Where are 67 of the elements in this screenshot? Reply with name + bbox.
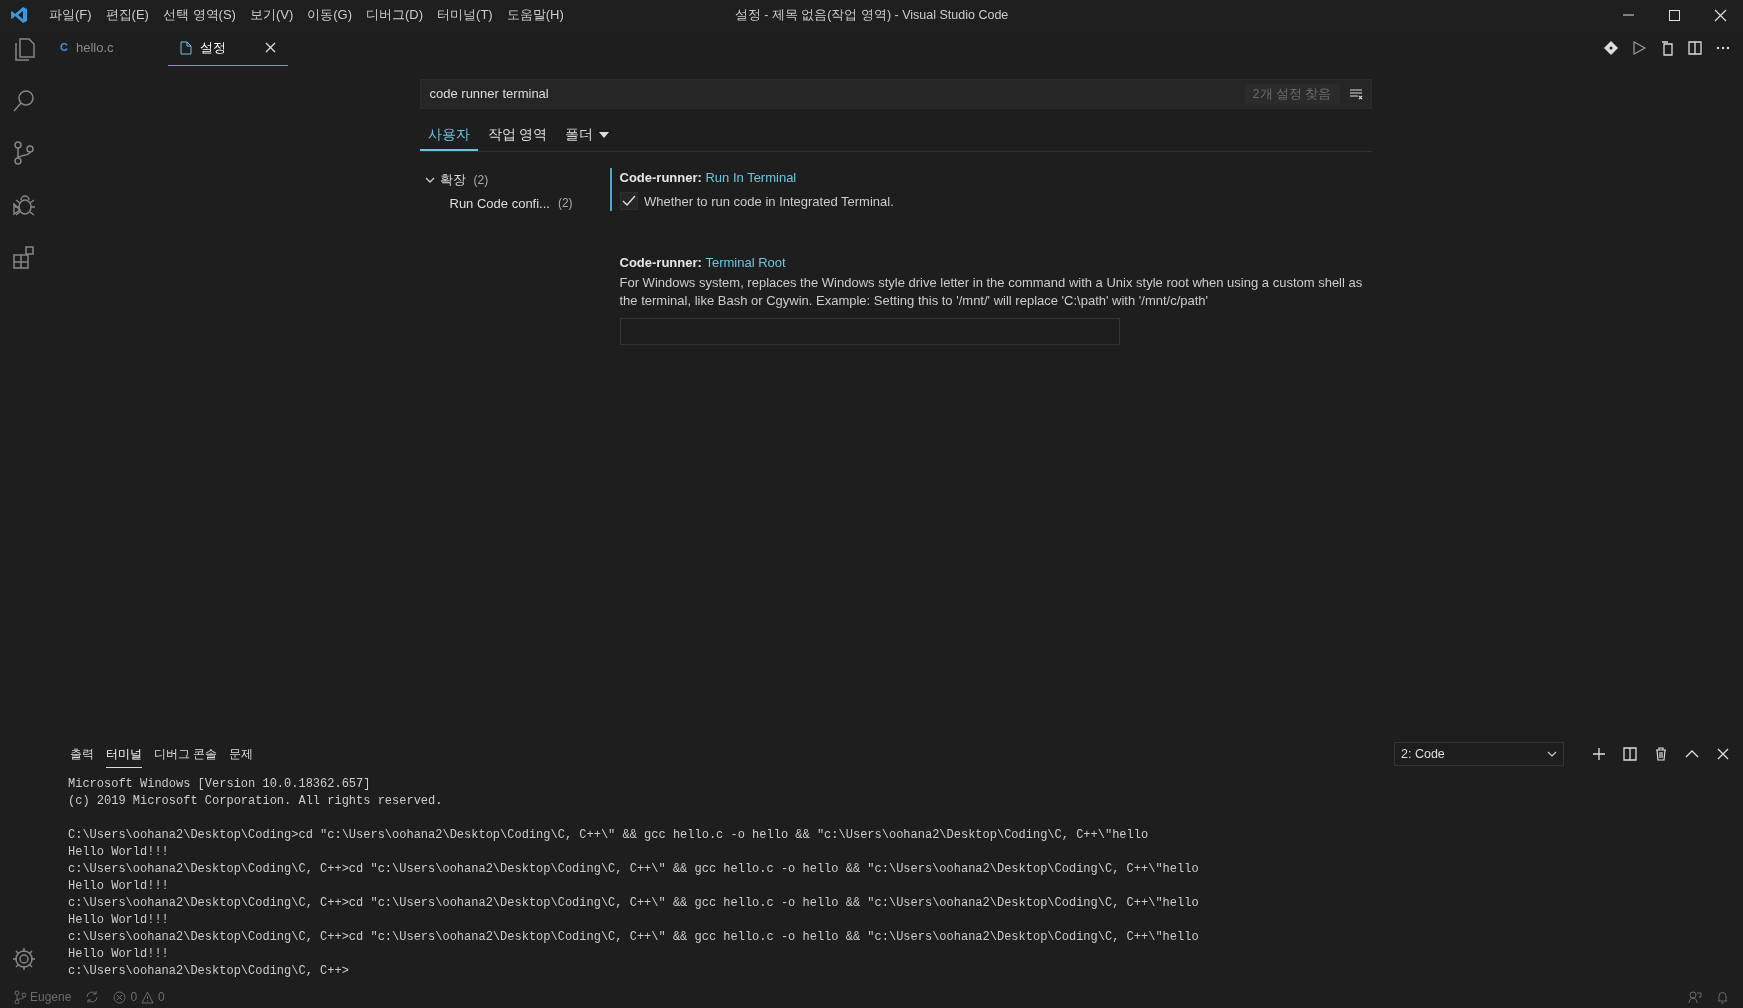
- source-control-icon[interactable]: [11, 140, 37, 166]
- toc-item[interactable]: Run Code confi... (2): [423, 191, 573, 215]
- diamond-icon[interactable]: [1603, 40, 1619, 56]
- terminal-line: c:\Users\oohana2\Desktop\Coding\C, C++>cd "c:\Users\oohana2\Desktop\Coding\C, C++\" && gcc hello.c -o hello && "c:\Users\oohana2\Desktop\Coding\C, C++\"hello: [68, 896, 1199, 910]
- menu-item[interactable]: 디버그(D): [359, 5, 431, 25]
- open-changes-icon[interactable]: [1659, 40, 1675, 56]
- chevron-icon: [1547, 751, 1557, 757]
- split-terminal-icon[interactable]: [1622, 746, 1638, 762]
- scope-tab[interactable]: 작업 영역: [479, 121, 556, 151]
- result-count: 2개 설정 찾음: [1244, 83, 1340, 105]
- clear-filter-icon[interactable]: [1347, 86, 1364, 102]
- branch-icon: [14, 990, 26, 1004]
- trash-icon[interactable]: [1653, 746, 1669, 762]
- terminal-line: Hello World!!!: [68, 947, 169, 961]
- document-icon: [180, 40, 192, 55]
- scope-tab[interactable]: 폴더: [557, 121, 618, 151]
- search-icon[interactable]: [11, 88, 37, 114]
- split-editor-icon[interactable]: [1687, 40, 1703, 56]
- search-field[interactable]: code runner terminal: [427, 83, 1245, 105]
- sync-icon[interactable]: [85, 990, 100, 1004]
- panel-tab[interactable]: 터미널: [106, 740, 142, 768]
- terminal-line: C:\Users\oohana2\Desktop\Coding>cd "c:\Users\oohana2\Desktop\Coding\C, C++\" && gcc hello.c -o hello && "c:\Users\oohana2\Desktop\Coding\C, C++\"hello: [68, 828, 1149, 842]
- terminal-select[interactable]: 2: Code: [1394, 742, 1564, 766]
- menu-item[interactable]: 보기(V): [242, 5, 301, 25]
- menu-item[interactable]: 터미널(T): [430, 5, 500, 25]
- warning-icon: [141, 990, 155, 1004]
- vscode-logo-icon: [10, 6, 28, 24]
- editor-tab[interactable]: C hello.c: [48, 30, 168, 66]
- bug-icon[interactable]: [11, 192, 37, 218]
- close-icon[interactable]: [1713, 8, 1727, 22]
- menu-item[interactable]: 선택 영역(S): [155, 5, 243, 25]
- terminal-line: c:\Users\oohana2\Desktop\Coding\C, C++>: [68, 964, 349, 978]
- close-icon[interactable]: [265, 42, 276, 53]
- panel-tab[interactable]: 문제: [229, 740, 254, 768]
- settings-icon[interactable]: [11, 946, 37, 972]
- menu-item[interactable]: 파일(F): [42, 5, 99, 25]
- editor-tab[interactable]: 설정: [168, 30, 288, 66]
- menu-item[interactable]: 도움말(H): [499, 5, 571, 25]
- c-file-icon: C: [60, 39, 68, 56]
- checkbox[interactable]: [619, 191, 638, 210]
- close-icon[interactable]: [1715, 746, 1731, 762]
- error-icon: [113, 990, 127, 1004]
- window-title: 설정 - 제목 없음(작업 영역) - Visual Studio Code: [734, 7, 1009, 22]
- terminal-line: Hello World!!!: [68, 913, 169, 927]
- menu-item[interactable]: 이동(G): [300, 5, 360, 25]
- setting-description: Whether to run code in Integrated Terminal.: [644, 192, 894, 211]
- caret-icon: [599, 132, 610, 138]
- extensions-icon[interactable]: [11, 244, 37, 270]
- toc-item[interactable]: 확장 (2): [423, 168, 489, 192]
- terminal-line: c:\Users\oohana2\Desktop\Coding\C, C++>cd "c:\Users\oohana2\Desktop\Coding\C, C++\" && gcc hello.c -o hello && "c:\Users\oohana2\Desktop\Coding\C, C++\"hello: [68, 930, 1199, 944]
- maximize-icon[interactable]: [1667, 8, 1681, 22]
- search-bar[interactable]: code runner terminal 2개 설정 찾음: [419, 79, 1372, 109]
- terminal-line: Hello World!!!: [68, 879, 169, 893]
- plus-icon[interactable]: [1591, 746, 1607, 762]
- terminal-line: (c) 2019 Microsoft Corporation. All rights reserved.: [68, 794, 443, 808]
- terminal-line: Hello World!!!: [68, 845, 169, 859]
- panel-tab[interactable]: 출력: [70, 740, 94, 768]
- terminal-line: Microsoft Windows [Version 10.0.18362.657]: [68, 777, 371, 791]
- run-icon[interactable]: [1631, 40, 1647, 56]
- feedback-icon[interactable]: [1688, 990, 1702, 1004]
- menu-item[interactable]: 편집(E): [98, 5, 156, 25]
- setting-title: Code-runner: Run In Terminal: [619, 169, 797, 187]
- setting-description: For Windows system, replaces the Windows style drive letter in the command with a Unix style root when using a custom shell as the terminal, like Bash or Cgywin. Example: Setting this to '/mnt/' will replace 'C:\path' with '/mnt/c/path': [619, 274, 1364, 311]
- terminal-line: c:\Users\oohana2\Desktop\Coding\C, C++>cd "c:\Users\oohana2\Desktop\Coding\C, C++\" && gcc hello.c -o hello && "c:\Users\oohana2\Desktop\Coding\C, C++\"hello: [68, 862, 1199, 876]
- setting-title: Code-runner: Terminal Root: [619, 253, 786, 272]
- panel-tab[interactable]: 디버그 콘솔: [154, 740, 218, 768]
- scope-tab[interactable]: 사용자: [419, 121, 478, 151]
